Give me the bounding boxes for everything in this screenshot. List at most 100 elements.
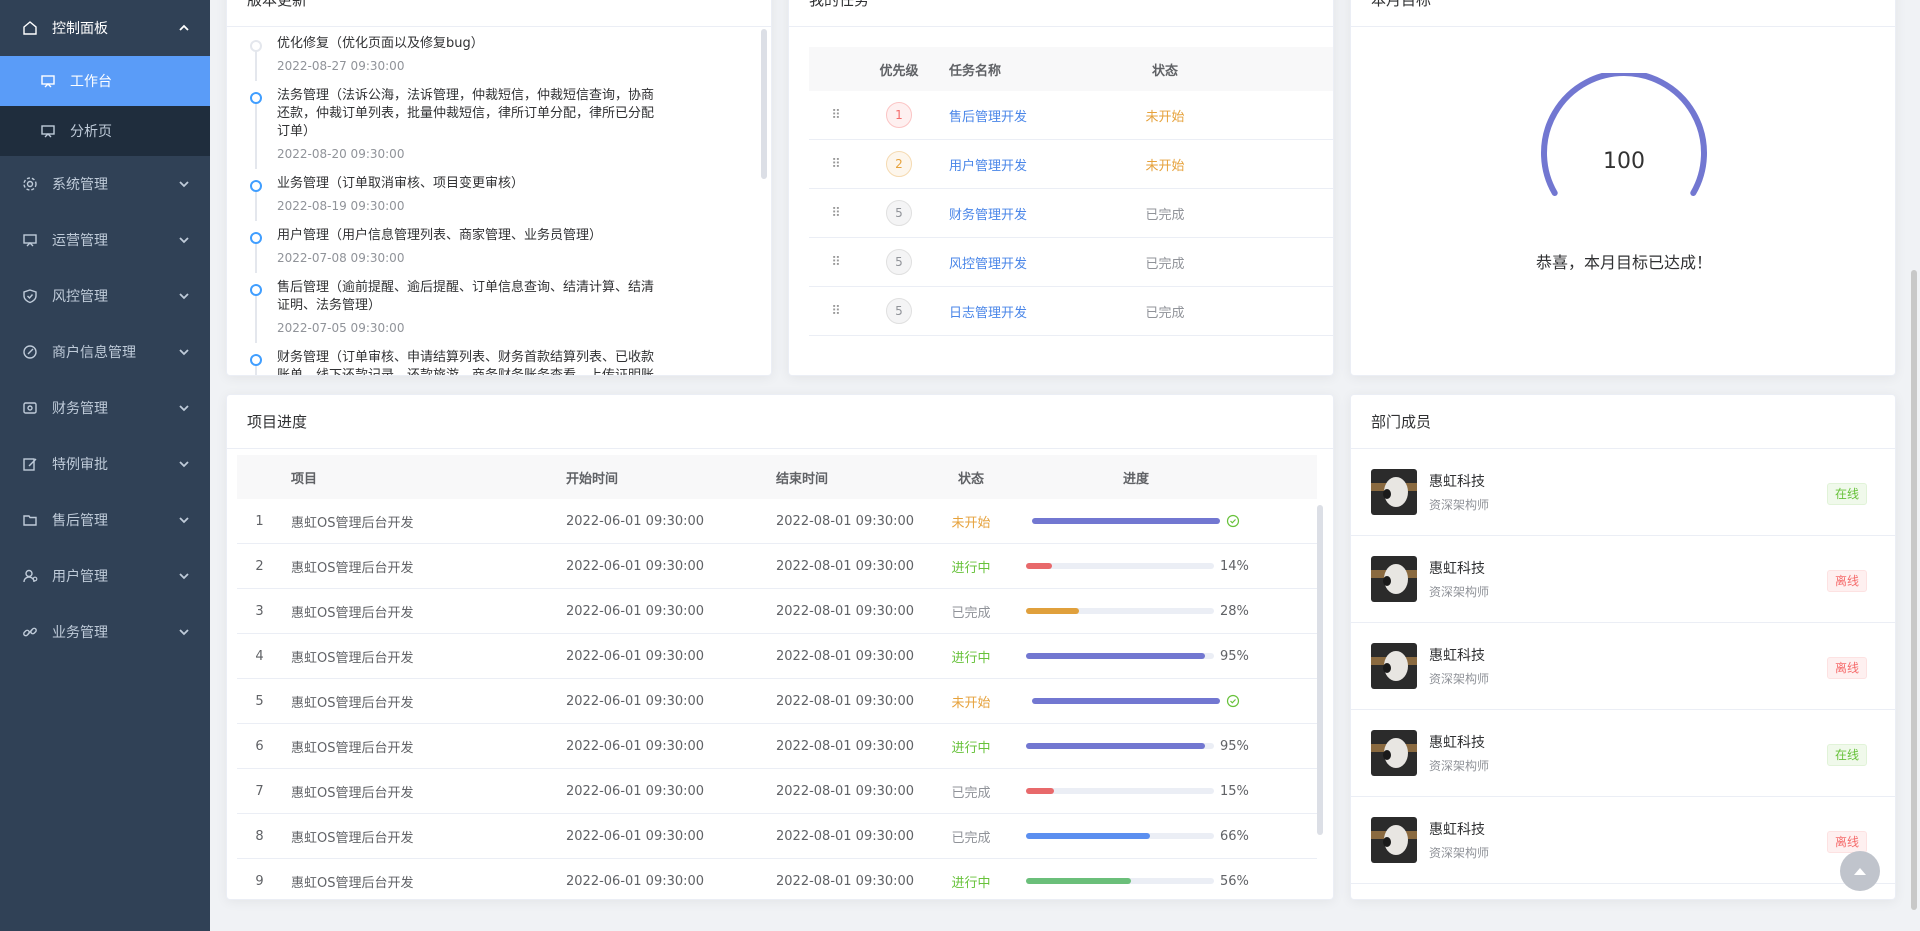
table-row[interactable]: 2 惠虹OS管理后台开发 2022-06-01 09:30:00 2022-08-01… — [237, 544, 1317, 589]
sub-item-analysis[interactable]: 分析页 — [0, 106, 210, 156]
member-item[interactable]: 惠虹科技 资深架构师 离线 — [1351, 797, 1895, 884]
sidebar-item-7[interactable]: 用户管理 — [0, 548, 210, 604]
progress-cell: 95% — [996, 649, 1276, 664]
card-title: 我的任务 — [789, 0, 1333, 27]
sidebar-item-3[interactable]: 商户信息管理 — [0, 324, 210, 380]
start-time: 2022-06-01 09:30:00 — [566, 648, 705, 664]
table-row[interactable]: 7 惠虹OS管理后台开发 2022-06-01 09:30:00 2022-08-01… — [237, 769, 1317, 814]
sidebar-item-0[interactable]: 系统管理 — [0, 156, 210, 212]
table-row[interactable]: 4 惠虹OS管理后台开发 2022-06-01 09:30:00 2022-08-01… — [237, 634, 1317, 679]
table-row[interactable]: 3 惠虹OS管理后台开发 2022-06-01 09:30:00 2022-08-01… — [237, 589, 1317, 634]
sidebar-item-8[interactable]: 业务管理 — [0, 604, 210, 660]
progress-cell: 66% — [996, 829, 1276, 844]
presentation-icon — [40, 73, 56, 89]
member-item[interactable]: 惠虹科技 资深架构师 在线 — [1351, 449, 1895, 536]
end-time: 2022-08-01 09:30:00 — [776, 783, 915, 799]
project-name: 惠虹OS管理后台开发 — [291, 740, 414, 756]
drag-handle-icon[interactable]: ⠿ — [809, 255, 863, 270]
drag-handle-icon[interactable]: ⠿ — [809, 108, 863, 123]
sidebar-item-1[interactable]: 运营管理 — [0, 212, 210, 268]
chevron-down-icon — [179, 237, 189, 244]
gauge-value: 100 — [1603, 149, 1645, 174]
menu-dashboard[interactable]: 控制面板 — [0, 0, 210, 56]
member-item[interactable]: 惠虹科技 资深架构师 在线 — [1351, 710, 1895, 797]
timeline-title: 财务管理（订单审核、申请结算列表、财务首款结算列表、已收款账单、线下还款记录、还… — [277, 350, 655, 375]
sidebar-item-6[interactable]: 售后管理 — [0, 492, 210, 548]
progress-fill — [1026, 743, 1205, 749]
timeline-item: 法务管理（法诉公海，法诉管理，仲裁短信，仲裁短信查询，协商还款，仲裁订单列表，批… — [241, 87, 661, 169]
progress-bar — [1026, 878, 1214, 884]
timeline-item: 优化修复（优化页面以及修复bug） 2022-08-27 09:30:00 — [241, 35, 661, 81]
project-status: 未开始 — [951, 515, 991, 531]
start-time: 2022-06-01 09:30:00 — [566, 873, 705, 889]
timeline-time: 2022-08-20 09:30:00 — [277, 147, 405, 161]
member-item[interactable]: 惠虹科技 资深架构师 离线 — [1351, 623, 1895, 710]
sidebar-item-5[interactable]: 特例审批 — [0, 436, 210, 492]
edit-icon — [22, 456, 38, 472]
avatar — [1371, 643, 1417, 689]
table-row[interactable]: 1 惠虹OS管理后台开发 2022-06-01 09:30:00 2022-08-01… — [237, 499, 1317, 544]
progress-fill — [1026, 563, 1053, 569]
task-name-link[interactable]: 用户管理开发 — [949, 159, 1027, 174]
page-scrollbar[interactable] — [1911, 270, 1917, 910]
members-card: 部门成员 惠虹科技 资深架构师 在线 惠虹科技 资深架构师 离线 惠虹科技 资深架构师 离线 惠虹… — [1350, 394, 1896, 900]
project-status: 已完成 — [951, 785, 991, 801]
progress-fill — [1026, 608, 1079, 614]
project-name: 惠虹OS管理后台开发 — [291, 650, 414, 666]
version-timeline: 优化修复（优化页面以及修复bug） 2022-08-27 09:30:00 法务管理… — [241, 35, 661, 375]
timeline-item: 用户管理（用户信息管理列表、商家管理、业务员管理） 2022-07-08 09:3… — [241, 227, 661, 273]
table-row[interactable]: 9 惠虹OS管理后台开发 2022-06-01 09:30:00 2022-08-01… — [237, 859, 1317, 899]
chevron-down-icon — [179, 573, 189, 580]
drag-handle-icon[interactable]: ⠿ — [809, 304, 863, 319]
sidebar-item-4[interactable]: 财务管理 — [0, 380, 210, 436]
home-icon — [22, 20, 38, 36]
sidebar-item-label: 商户信息管理 — [52, 345, 136, 361]
member-role: 资深架构师 — [1429, 759, 1490, 773]
drag-handle-icon[interactable]: ⠿ — [809, 206, 863, 221]
end-time: 2022-08-01 09:30:00 — [776, 738, 915, 754]
row-index: 3 — [255, 603, 264, 619]
col-priority: 优先级 — [879, 63, 919, 79]
sidebar-item-label: 售后管理 — [52, 513, 108, 529]
table-row[interactable]: 5 惠虹OS管理后台开发 2022-06-01 09:30:00 2022-08-01… — [237, 679, 1317, 724]
shield-icon — [22, 288, 38, 304]
progress-percent: 56% — [1220, 873, 1249, 889]
col-project: 项目 — [291, 471, 318, 487]
avatar — [1371, 556, 1417, 602]
progress-cell — [996, 514, 1276, 528]
status-badge: 在线 — [1826, 744, 1867, 766]
member-name: 惠虹科技 — [1429, 561, 1485, 577]
task-row[interactable]: ⠿ 5 日志管理开发 已完成 — [809, 287, 1333, 336]
timeline-time: 2022-08-19 09:30:00 — [277, 199, 405, 213]
sub-item-workbench[interactable]: 工作台 — [0, 56, 210, 106]
end-time: 2022-08-01 09:30:00 — [776, 648, 915, 664]
table-row[interactable]: 6 惠虹OS管理后台开发 2022-06-01 09:30:00 2022-08-01… — [237, 724, 1317, 769]
task-row[interactable]: ⠿ 2 用户管理开发 未开始 — [809, 140, 1333, 189]
member-item[interactable]: 惠虹科技 资深架构师 离线 — [1351, 536, 1895, 623]
timeline-dot — [250, 354, 262, 366]
task-name-link[interactable]: 售后管理开发 — [949, 110, 1027, 125]
task-name-link[interactable]: 风控管理开发 — [949, 257, 1027, 272]
table-row[interactable]: 8 惠虹OS管理后台开发 2022-06-01 09:30:00 2022-08-01… — [237, 814, 1317, 859]
start-time: 2022-06-01 09:30:00 — [566, 693, 705, 709]
member-role: 资深架构师 — [1429, 585, 1490, 599]
task-row[interactable]: ⠿ 1 售后管理开发 未开始 — [809, 91, 1333, 140]
drag-handle-icon[interactable]: ⠿ — [809, 157, 863, 172]
progress-percent: 66% — [1220, 828, 1249, 844]
progress-bar — [1026, 788, 1214, 794]
sidebar-item-label: 业务管理 — [52, 625, 108, 641]
scrollbar[interactable] — [761, 29, 767, 179]
card-title: 部门成员 — [1351, 395, 1895, 449]
project-name: 惠虹OS管理后台开发 — [291, 875, 414, 891]
back-to-top-button[interactable] — [1840, 851, 1880, 891]
task-row[interactable]: ⠿ 5 风控管理开发 已完成 — [809, 238, 1333, 287]
task-name-link[interactable]: 日志管理开发 — [949, 306, 1027, 321]
row-index: 8 — [255, 828, 264, 844]
timeline-time: 2022-07-05 09:30:00 — [277, 321, 405, 335]
scrollbar[interactable] — [1317, 505, 1323, 835]
sidebar-item-2[interactable]: 风控管理 — [0, 268, 210, 324]
progress-cell: 14% — [996, 559, 1276, 574]
task-row[interactable]: ⠿ 5 财务管理开发 已完成 — [809, 189, 1333, 238]
check-circle-icon — [1226, 514, 1240, 528]
task-name-link[interactable]: 财务管理开发 — [949, 208, 1027, 223]
